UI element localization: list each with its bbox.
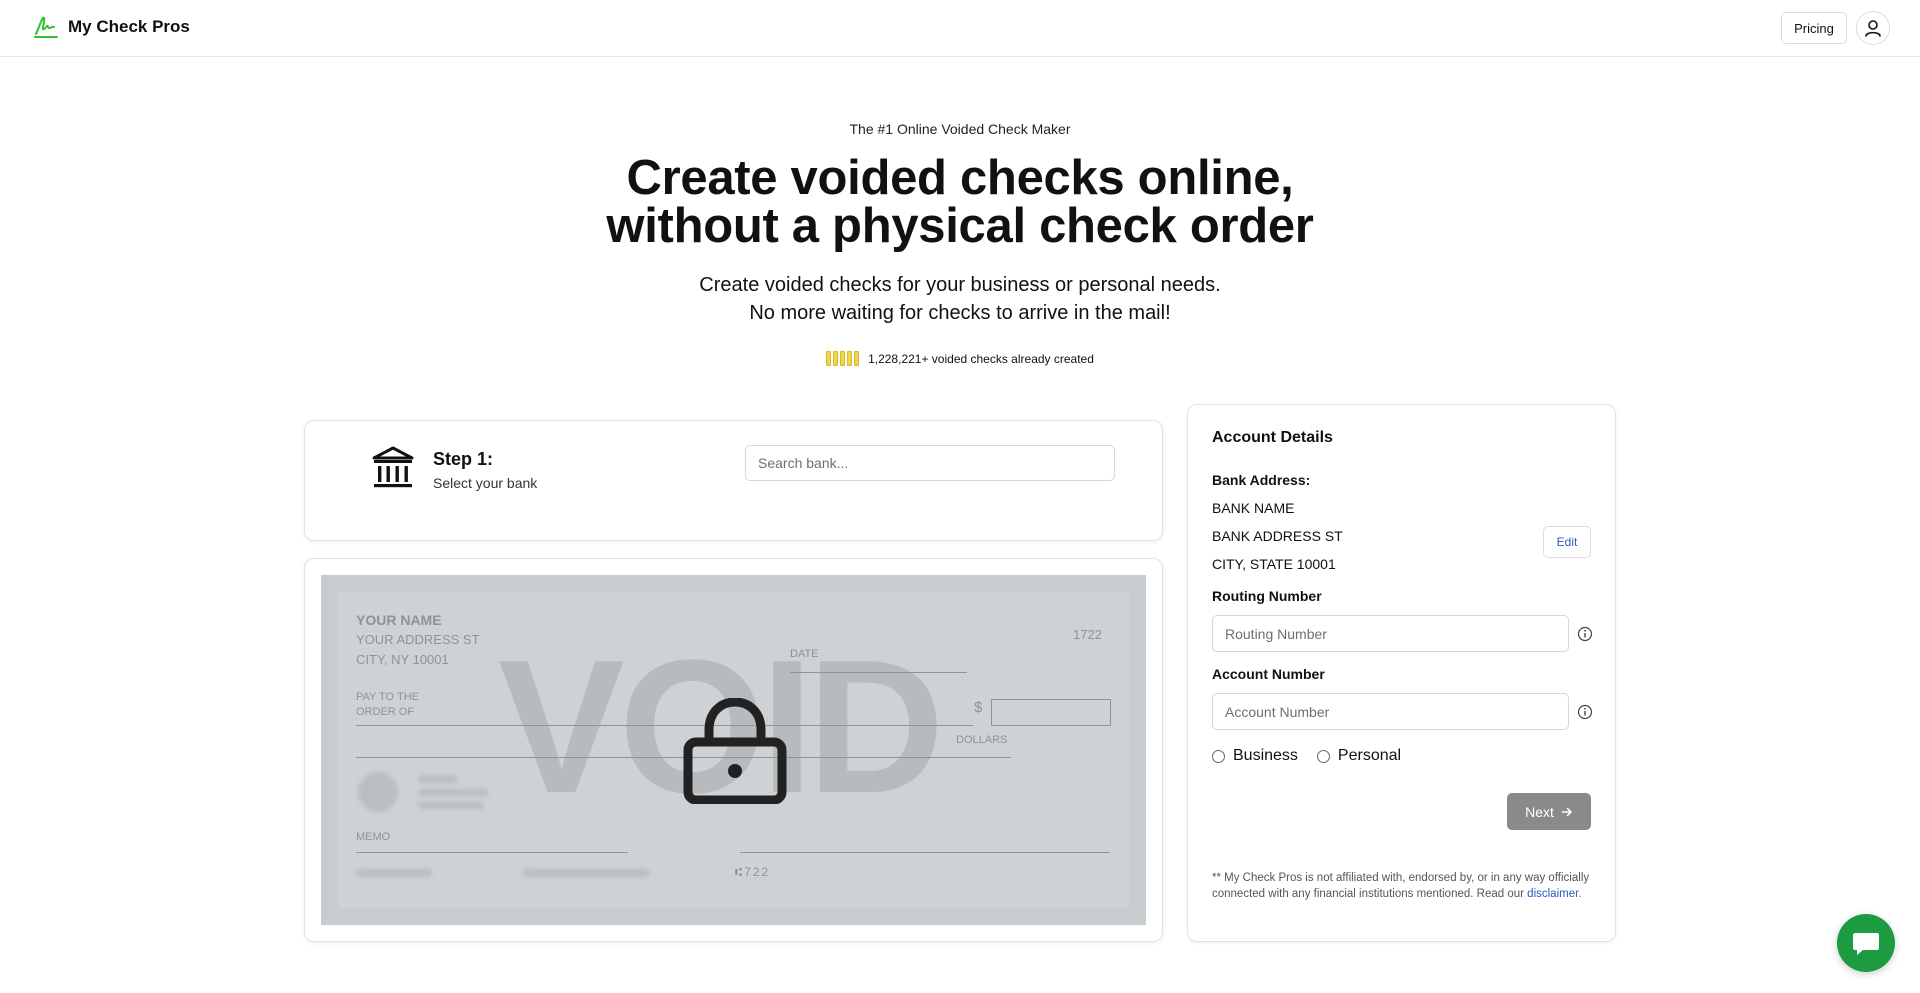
- bank-icon: [372, 446, 414, 488]
- subline-line-2: No more waiting for checks to arrive in …: [749, 302, 1171, 324]
- hero-eyebrow: The #1 Online Voided Check Maker: [849, 121, 1071, 137]
- check-preview: VOID YOUR NAME YOUR ADDRESS ST CITY, NY …: [321, 575, 1146, 925]
- next-button[interactable]: Next: [1507, 793, 1591, 830]
- user-account-button[interactable]: [1856, 11, 1890, 45]
- bank-name-text: BANK NAME: [1212, 500, 1295, 516]
- lock-icon: [683, 698, 787, 804]
- account-number-input[interactable]: [1212, 693, 1569, 730]
- dollars-label: DOLLARS: [956, 734, 1008, 746]
- bank-address-label: Bank Address:: [1212, 472, 1311, 488]
- check-preview-card: VOID YOUR NAME YOUR ADDRESS ST CITY, NY …: [304, 558, 1163, 942]
- headline-line-2: without a physical check order: [606, 199, 1314, 253]
- pay-to-line-1: PAY TO THE: [356, 691, 419, 703]
- step-title: Step 1:: [433, 449, 494, 469]
- brand-name[interactable]: My Check Pros: [68, 17, 190, 37]
- account-details-panel: Account Details Bank Address: BANK NAME …: [1187, 404, 1616, 942]
- bank-info-blur: [418, 802, 484, 809]
- account-micr-blur: [523, 869, 649, 877]
- info-icon[interactable]: [1577, 626, 1593, 642]
- step-subtitle: Select your bank: [433, 475, 538, 491]
- chat-icon: [1853, 933, 1879, 955]
- pay-to-line-2: ORDER OF: [356, 706, 415, 718]
- step-1-card: Step 1: Select your bank: [304, 420, 1163, 541]
- hero-headline: Create voided checks online, without a p…: [0, 151, 1920, 253]
- disclaimer-text: ** My Check Pros is not affiliated with,…: [1212, 870, 1593, 902]
- check-address: YOUR ADDRESS ST: [356, 632, 480, 647]
- account-details-title: Account Details: [1212, 429, 1333, 446]
- personal-label[interactable]: Personal: [1338, 747, 1401, 765]
- business-label[interactable]: Business: [1233, 747, 1298, 765]
- bank-search-input[interactable]: [745, 445, 1115, 481]
- memo-line: [356, 852, 628, 853]
- edit-bank-button[interactable]: Edit: [1543, 526, 1591, 558]
- check-city: CITY, NY 10001: [356, 652, 449, 667]
- disclaimer-link[interactable]: disclaimer: [1527, 888, 1578, 900]
- check-number: 1722: [1073, 627, 1102, 642]
- business-radio[interactable]: [1212, 749, 1225, 763]
- user-icon: [1865, 20, 1881, 37]
- top-navbar: My Check Pros Pricing: [0, 0, 1920, 57]
- personal-radio[interactable]: [1316, 749, 1330, 763]
- stats-row: 1,228,221+ voided checks already created: [0, 351, 1920, 366]
- amount-box: [991, 699, 1111, 726]
- account-number-label: Account Number: [1212, 666, 1325, 682]
- check-date-label: DATE: [790, 648, 819, 660]
- signature-line: [740, 852, 1110, 853]
- check-stack-icon: [826, 351, 860, 366]
- account-type-group: Business Personal: [1212, 747, 1420, 765]
- stats-text: 1,228,221+ voided checks already created: [868, 351, 1094, 366]
- routing-number-label: Routing Number: [1212, 588, 1322, 604]
- bank-info-blur: [418, 789, 488, 796]
- chat-button[interactable]: [1837, 914, 1895, 972]
- pricing-button[interactable]: Pricing: [1781, 12, 1847, 44]
- memo-label: MEMO: [356, 831, 391, 843]
- arrow-right-icon: [1561, 807, 1572, 816]
- headline-line-1: Create voided checks online,: [626, 151, 1294, 205]
- payee-line: [356, 725, 973, 726]
- info-icon[interactable]: [1577, 704, 1593, 720]
- micr-check-number: ⑆722: [735, 865, 771, 879]
- date-line: [790, 672, 967, 673]
- bank-street-text: BANK ADDRESS ST: [1212, 528, 1343, 544]
- check-name: YOUR NAME: [356, 612, 442, 628]
- subline-line-1: Create voided checks for your business o…: [699, 274, 1221, 296]
- hero-subline: Create voided checks for your business o…: [0, 271, 1920, 327]
- disclaimer-end: .: [1578, 888, 1582, 900]
- dollar-sign: $: [974, 699, 983, 716]
- routing-micr-blur: [356, 869, 432, 877]
- routing-number-input[interactable]: [1212, 615, 1569, 652]
- bank-city-text: CITY, STATE 10001: [1212, 556, 1336, 572]
- bank-logo-blur: [358, 772, 398, 812]
- bank-info-blur: [418, 775, 458, 783]
- pay-to-label: PAY TO THE ORDER OF: [356, 690, 419, 720]
- next-label: Next: [1525, 803, 1554, 820]
- signature-logo-icon[interactable]: [33, 14, 59, 40]
